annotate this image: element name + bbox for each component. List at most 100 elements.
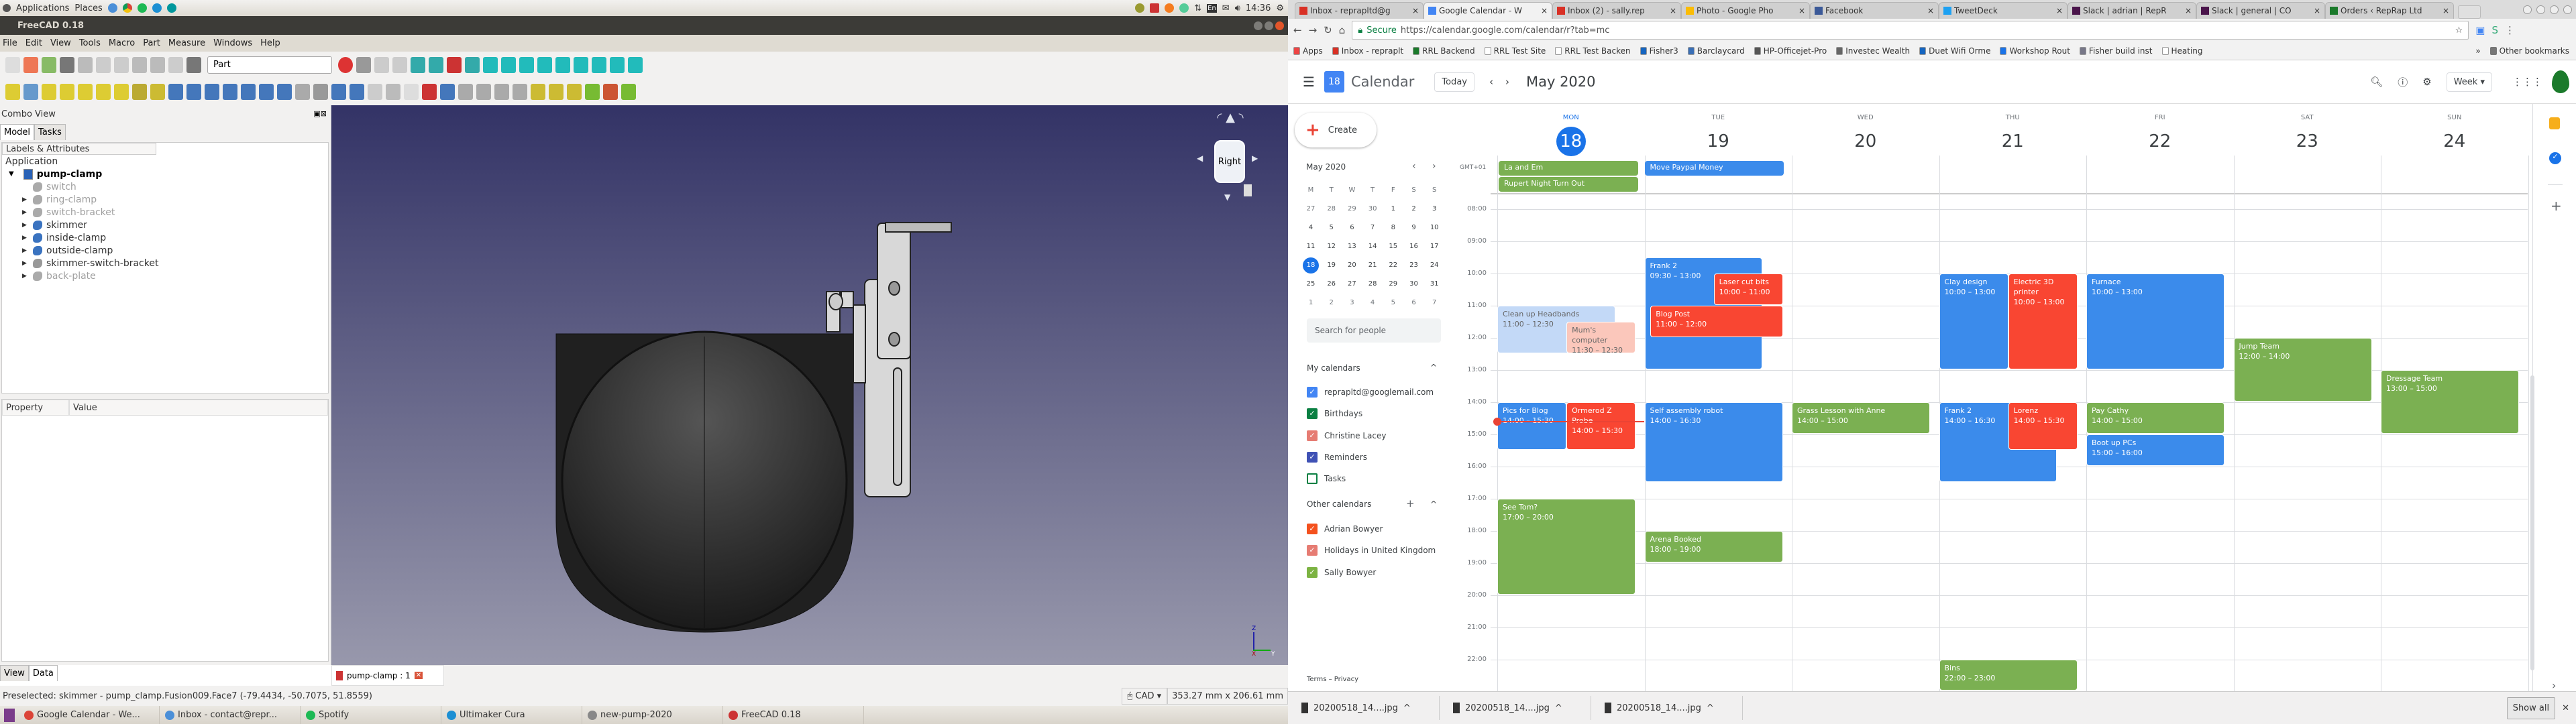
back-icon[interactable]: ← — [1293, 24, 1302, 36]
calendar-event[interactable]: Boot up PCs 15:00 – 16:00 — [2086, 434, 2225, 466]
bookmark[interactable]: Fisher build inst — [2079, 46, 2153, 56]
mini-day[interactable]: 4 — [1303, 220, 1319, 236]
part-toolbar-icon[interactable] — [114, 83, 129, 100]
minimize-button[interactable] — [2536, 5, 2545, 14]
mini-day[interactable]: 27 — [1303, 201, 1319, 217]
launcher-arduino-icon[interactable] — [166, 3, 176, 13]
toolbar-icon[interactable] — [132, 56, 147, 73]
mini-day[interactable]: 5 — [1385, 295, 1401, 311]
bookmark[interactable]: RRL Backend — [1413, 46, 1475, 56]
bookmark[interactable]: Workshop Rout — [2000, 46, 2070, 56]
part-toolbar-icon[interactable] — [132, 83, 147, 100]
bookmark-star-icon[interactable]: ☆ — [2455, 25, 2463, 36]
part-toolbar-icon[interactable] — [78, 83, 93, 100]
expand-arrow-icon[interactable]: ▶ — [22, 209, 29, 216]
maximize-button[interactable] — [1265, 21, 1273, 30]
bookmark[interactable]: Duet Wifi Orme — [1919, 46, 1990, 56]
mini-day[interactable]: 9 — [1406, 220, 1422, 236]
calendar-event[interactable]: See Tom? 17:00 – 20:00 — [1497, 499, 1636, 595]
show-desktop-icon[interactable] — [4, 708, 15, 722]
home-icon[interactable]: ⌂ — [1339, 24, 1346, 36]
day-date[interactable]: 18 — [1556, 127, 1586, 156]
mini-day[interactable]: 6 — [1406, 295, 1422, 311]
checkbox-checked-icon[interactable]: ✓ — [1307, 408, 1318, 420]
mini-day[interactable]: 10 — [1426, 220, 1442, 236]
navicube-right-arrow-icon[interactable]: ▶ — [1252, 154, 1258, 163]
close-downloads-icon[interactable]: ✕ — [2562, 703, 2569, 713]
view-toolbar-icon[interactable] — [537, 56, 552, 73]
part-toolbar-icon[interactable] — [350, 83, 364, 100]
expand-arrow-icon[interactable]: ▶ — [22, 273, 29, 280]
part-toolbar-icon[interactable] — [223, 83, 237, 100]
view-toolbar-icon[interactable] — [555, 56, 570, 73]
collapse-my-calendars-icon[interactable]: ^ — [1430, 363, 1437, 372]
bookmark[interactable]: RRL Test Backen — [1555, 46, 1631, 56]
calendar-event[interactable]: Electric 3D printer 10:00 – 13:00 — [2008, 274, 2078, 369]
collapse-arrow-icon[interactable]: ▼ — [9, 170, 14, 178]
view-toolbar-icon[interactable] — [356, 56, 371, 73]
close-tab-icon[interactable]: ✕ — [414, 672, 423, 679]
tab-model[interactable]: Model — [0, 124, 35, 140]
mini-day[interactable]: 18 — [1303, 257, 1319, 274]
app-name[interactable]: Calendar — [1351, 74, 1414, 90]
add-calendar-icon[interactable]: + — [1406, 497, 1415, 509]
calendar-event[interactable]: Pay Cathy 14:00 – 15:00 — [2086, 402, 2225, 434]
part-toolbar-icon[interactable] — [313, 83, 328, 100]
mini-day[interactable]: 11 — [1303, 239, 1319, 255]
day-date[interactable]: 22 — [2145, 127, 2175, 156]
mini-day[interactable]: 28 — [1364, 276, 1381, 292]
toolbar-icon[interactable] — [23, 56, 38, 73]
navicube-rotate-arrows-icon[interactable]: ◜ ▲ ◝ — [1203, 111, 1257, 125]
part-toolbar-icon[interactable] — [205, 83, 219, 100]
today-button[interactable]: Today — [1434, 72, 1474, 92]
close-tab-icon[interactable]: × — [1412, 6, 1419, 15]
checkbox-checked-icon[interactable]: ✓ — [1307, 430, 1318, 441]
day-date[interactable]: 21 — [1998, 127, 2027, 156]
bookmark[interactable]: Barclaycard — [1687, 46, 1745, 56]
mini-day[interactable]: 29 — [1344, 201, 1360, 217]
calendar-item[interactable]: ✓ reprapltd@googlemail.com — [1307, 384, 1434, 400]
more-bookmarks-button[interactable]: » — [2475, 46, 2480, 56]
taskbar-item[interactable]: new-pump-2020 — [582, 706, 723, 724]
part-toolbar-icon[interactable] — [168, 83, 183, 100]
day-header[interactable]: WED 20 — [1792, 114, 1939, 156]
menu-windows[interactable]: Windows — [213, 38, 252, 48]
view-toolbar-icon[interactable] — [519, 56, 534, 73]
browser-tab[interactable]: Photo - Google Pho × — [1681, 2, 1810, 19]
tree-item[interactable]: ▶ inside-clamp — [22, 231, 106, 244]
calendar-event[interactable]: Lorenz 14:00 – 15:30 — [2008, 402, 2078, 450]
toolbar-icon[interactable] — [60, 56, 74, 73]
calendar-event[interactable]: Grass Lesson with Anne 14:00 – 15:00 — [1792, 402, 1931, 434]
toolbar-icon[interactable] — [5, 56, 20, 73]
mini-day[interactable]: 3 — [1426, 201, 1442, 217]
calendar-event[interactable]: Ormerod Z Probe14:00 – 15:30 — [1566, 402, 1636, 450]
get-addons-icon[interactable]: + — [2551, 198, 2562, 214]
tree-item[interactable]: ▶ back-plate — [22, 269, 96, 282]
part-toolbar-icon[interactable] — [368, 83, 382, 100]
bookmark[interactable]: Investec Wealth — [1836, 46, 1910, 56]
part-toolbar-icon[interactable] — [603, 83, 618, 100]
view-toolbar-icon[interactable] — [610, 56, 625, 73]
part-toolbar-icon[interactable] — [277, 83, 292, 100]
other-calendars-title[interactable]: Other calendars — [1307, 499, 1371, 509]
maximize-button[interactable] — [2550, 5, 2559, 14]
calendar-item[interactable]: ✓ Christine Lacey — [1307, 428, 1386, 444]
calendar-item[interactable]: ✓ Reminders — [1307, 449, 1367, 465]
download-options-chevron-icon[interactable]: ^ — [1403, 703, 1411, 713]
view-toolbar-icon[interactable] — [628, 56, 643, 73]
chrome-menu-icon[interactable]: ⋮ — [2505, 24, 2515, 36]
all-day-event[interactable]: La and Em — [1499, 161, 1638, 176]
minimize-button[interactable] — [1254, 21, 1263, 30]
part-toolbar-icon[interactable] — [295, 83, 310, 100]
checkbox-checked-icon[interactable]: ✓ — [1307, 545, 1318, 556]
bookmark[interactable]: Apps — [1293, 46, 1323, 56]
calendar-logo[interactable]: 18 — [1324, 71, 1344, 93]
day-date[interactable]: 20 — [1851, 127, 1880, 156]
part-toolbar-icon[interactable] — [567, 83, 582, 100]
profile-icon[interactable] — [2523, 5, 2532, 14]
toolbar-icon[interactable] — [114, 56, 129, 73]
volume-icon[interactable]: 🔊︎ — [1235, 3, 1240, 13]
mini-day[interactable]: 7 — [1364, 220, 1381, 236]
view-toolbar-icon[interactable] — [338, 56, 353, 73]
create-event-button[interactable]: + Create — [1295, 113, 1377, 147]
